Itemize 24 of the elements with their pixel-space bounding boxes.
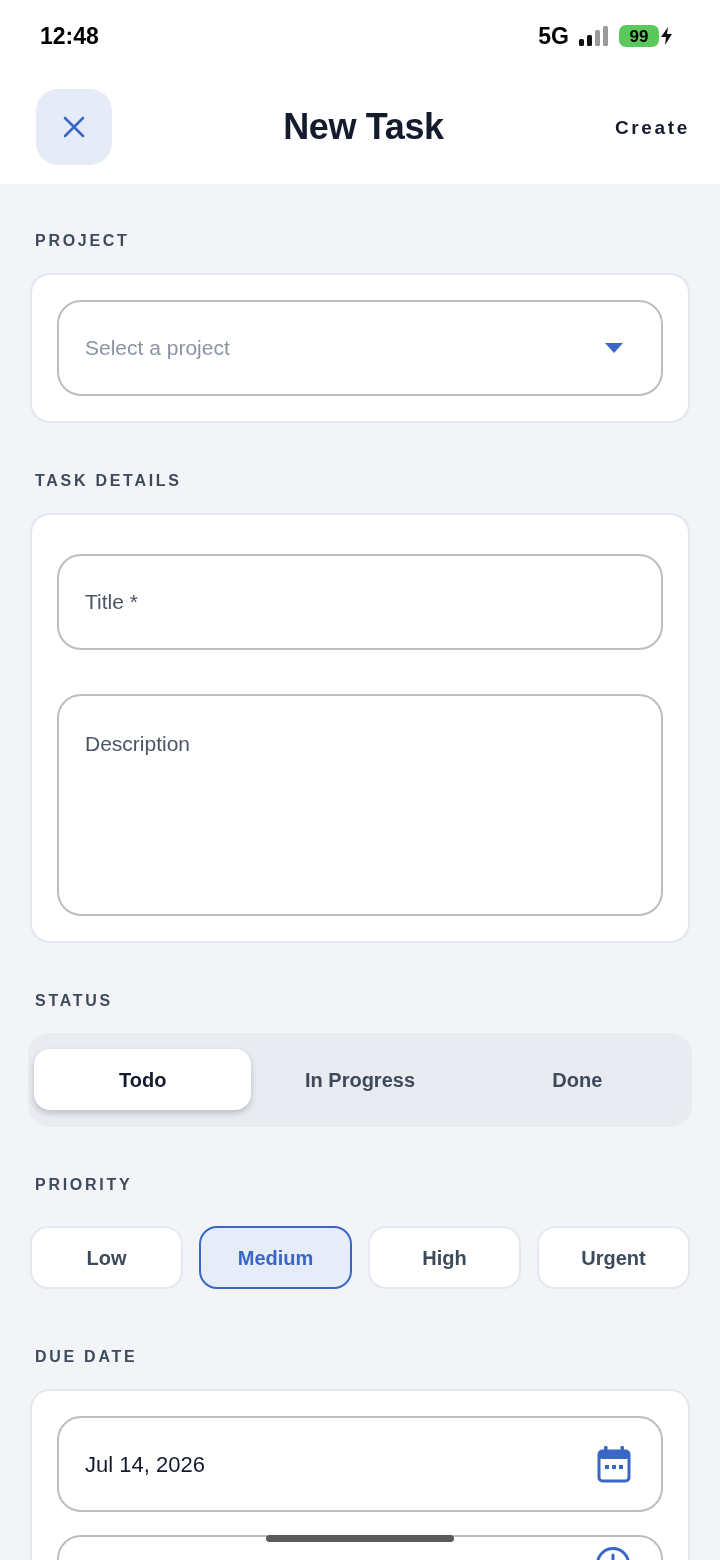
signal-icon bbox=[579, 26, 609, 46]
status-time: 12:48 bbox=[40, 24, 99, 48]
date-field[interactable]: Jul 14, 2026 bbox=[57, 1416, 663, 1512]
text-area[interactable]: Description bbox=[57, 694, 663, 916]
priority-option[interactable]: Low bbox=[30, 1226, 183, 1289]
screen-title: New Task bbox=[283, 109, 444, 145]
close-icon bbox=[63, 116, 85, 138]
status-tab[interactable]: In Progress bbox=[251, 1049, 469, 1110]
section-label: STATUS bbox=[34, 991, 114, 1011]
section-label: PRIORITY bbox=[34, 1175, 134, 1195]
priority-option[interactable]: Medium bbox=[199, 1226, 352, 1289]
caret-icon bbox=[605, 343, 623, 353]
create-button[interactable]: Create bbox=[614, 117, 690, 137]
status-tab[interactable]: Done bbox=[468, 1049, 686, 1110]
battery-level: 99 bbox=[619, 25, 659, 47]
status-tab[interactable]: Todo bbox=[34, 1049, 252, 1110]
section-label: DUE DATE bbox=[34, 1347, 139, 1367]
section-label: PROJECT bbox=[34, 231, 131, 251]
priority-option[interactable]: Urgent bbox=[537, 1226, 690, 1289]
calendar-icon bbox=[597, 1445, 631, 1483]
network-label: 5G bbox=[538, 24, 569, 48]
priority-option[interactable]: High bbox=[368, 1226, 521, 1289]
section-label: TASK DETAILS bbox=[34, 471, 183, 491]
text-input[interactable]: Title * bbox=[57, 554, 663, 650]
